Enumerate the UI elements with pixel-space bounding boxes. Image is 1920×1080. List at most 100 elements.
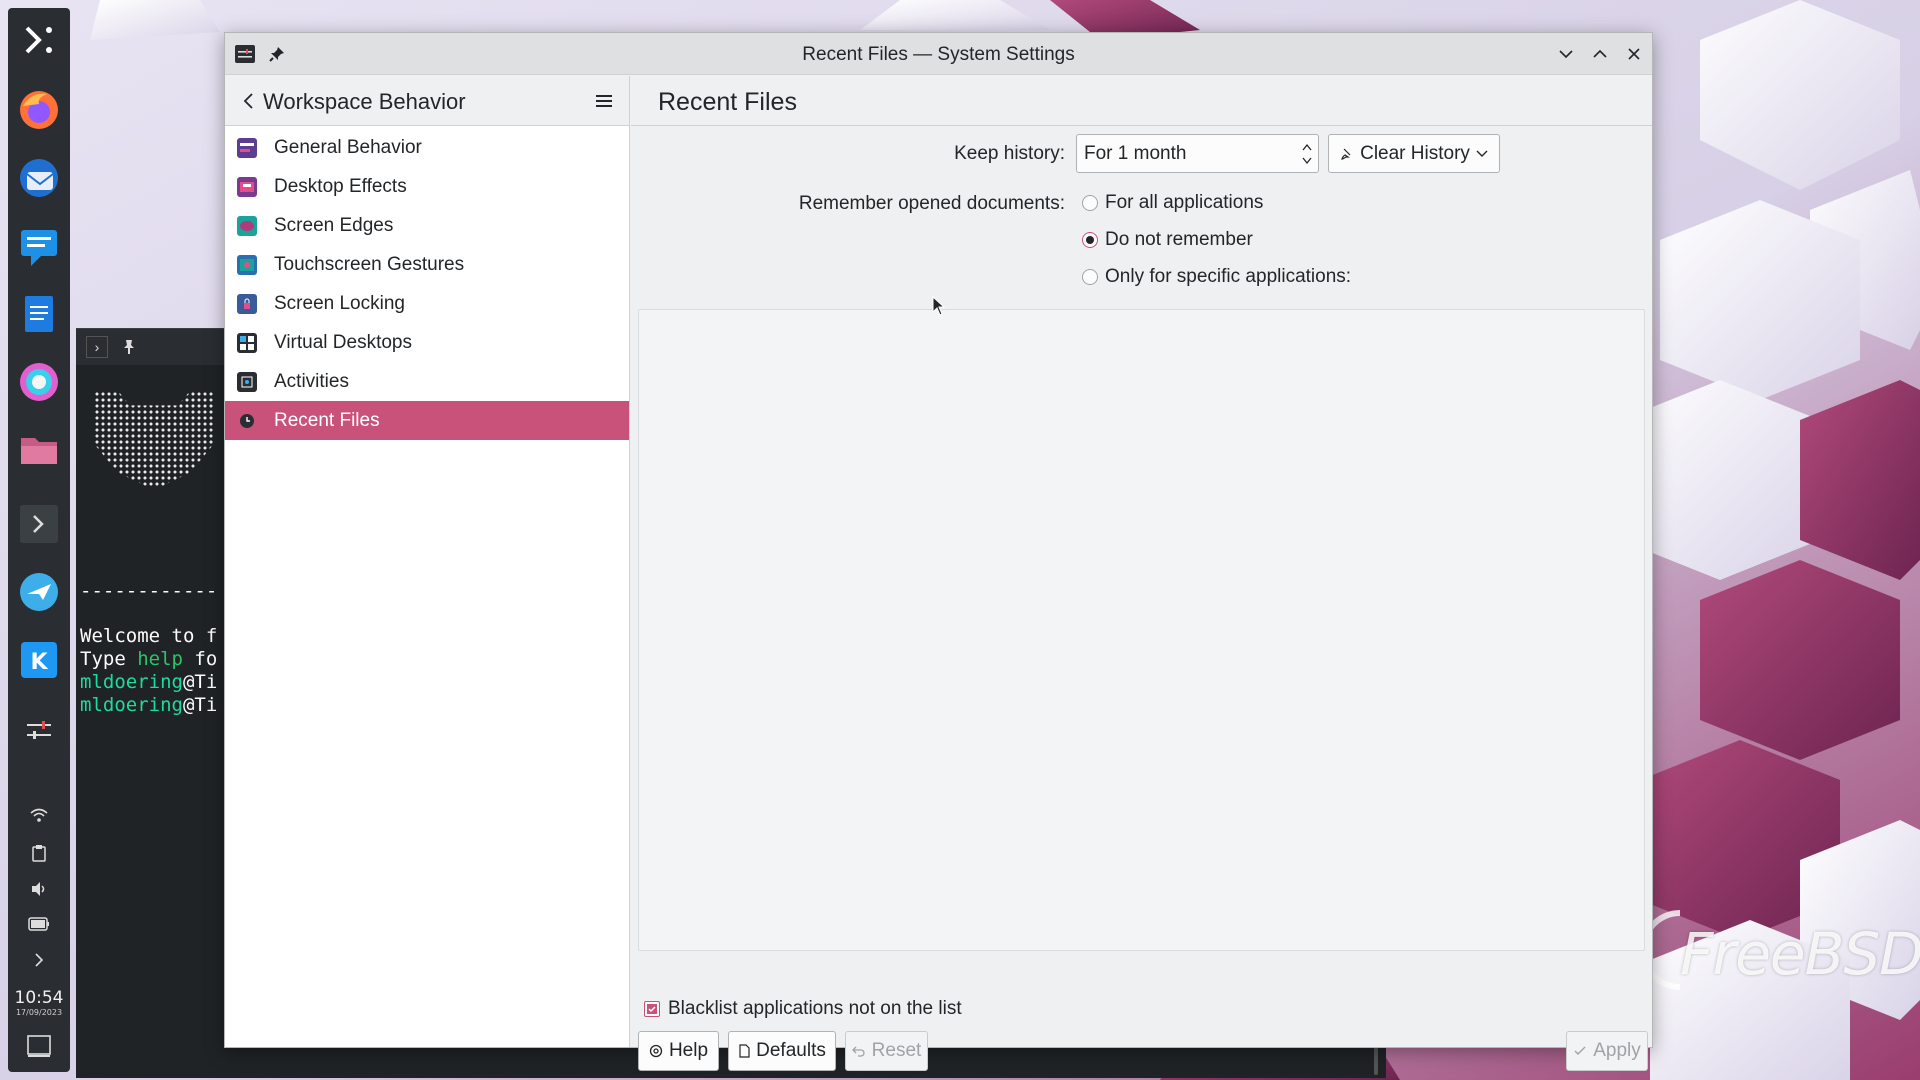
sidebar-item-activities[interactable]: Activities <box>225 362 629 401</box>
close-icon[interactable] <box>1622 42 1646 66</box>
checkmark-icon <box>1574 1046 1586 1055</box>
terminal-separator: ------------ <box>80 580 218 602</box>
clear-history-button[interactable]: Clear History <box>1328 134 1500 173</box>
sidebar-item-label: Activities <box>274 370 349 392</box>
terminal-line-welcome: Welcome to f <box>80 625 218 647</box>
radio-button[interactable] <box>1082 232 1098 248</box>
system-settings-window: Recent Files — System Settings Workspace… <box>224 32 1653 1071</box>
folder-icon[interactable] <box>15 426 63 474</box>
undo-icon <box>851 1046 865 1057</box>
terminal-menu-icon[interactable]: › <box>86 336 108 358</box>
terminal-line-help: Type help fo <box>80 648 218 670</box>
sidebar-item-recent-files[interactable]: Recent Files <box>225 401 629 440</box>
freebsd-logo-text: FreeBSD <box>1680 920 1920 988</box>
recent-files-icon <box>237 411 257 431</box>
window-title: Recent Files — System Settings <box>802 44 1075 65</box>
sidebar-item-general-behavior[interactable]: General Behavior <box>225 128 629 167</box>
activities-icon <box>237 371 257 392</box>
checkmark-icon <box>647 1004 657 1014</box>
radio-only-specific-applications[interactable]: Only for specific applications: <box>1082 265 1351 289</box>
document-icon <box>739 1044 750 1058</box>
clock-date: 17/09/2023 <box>15 1008 63 1017</box>
keep-history-spinbox[interactable]: For 1 month <box>1076 134 1319 173</box>
writer-icon[interactable] <box>15 290 63 338</box>
kde-icon[interactable]: K <box>15 636 63 684</box>
hamburger-menu-icon[interactable] <box>593 90 615 112</box>
digital-clock[interactable]: 10:54 17/09/2023 <box>8 988 70 1017</box>
keep-history-value: For 1 month <box>1084 143 1187 164</box>
radio-button[interactable] <box>1082 195 1098 211</box>
radio-label: Only for specific applications: <box>1105 266 1352 287</box>
apply-label: Apply <box>1593 1040 1641 1061</box>
sidebar-item-screen-edges[interactable]: Screen Edges <box>225 206 629 245</box>
sidebar-item-label: General Behavior <box>274 136 422 158</box>
sidebar-item-label: Recent Files <box>274 409 380 431</box>
defaults-button[interactable]: Defaults <box>728 1031 836 1071</box>
show-desktop-icon[interactable] <box>8 1034 70 1062</box>
terminal-prompt: mldoering@Ti <box>80 671 218 693</box>
keep-history-label: Keep history: <box>954 143 1065 164</box>
krita-icon[interactable] <box>15 358 63 406</box>
sidebar-item-label: Desktop Effects <box>274 175 407 197</box>
chat-icon[interactable] <box>15 222 63 270</box>
sidebar-item-screen-locking[interactable]: Screen Locking <box>225 284 629 323</box>
minimize-icon[interactable] <box>1554 42 1578 66</box>
reset-button[interactable]: Reset <box>845 1031 928 1071</box>
tray-expand-icon[interactable] <box>8 952 70 972</box>
remember-documents-label: Remember opened documents: <box>798 193 1065 214</box>
mouse-cursor-icon <box>932 296 946 316</box>
blacklist-label: Blacklist applications not on the list <box>668 998 962 1019</box>
terminal-icon[interactable] <box>15 500 63 548</box>
chevron-down-icon <box>1476 150 1488 157</box>
kdeconnect-icon[interactable] <box>15 568 63 616</box>
radio-label: Do not remember <box>1105 229 1253 250</box>
blacklist-checkbox-row[interactable]: Blacklist applications not on the list <box>644 998 962 1020</box>
touchscreen-gestures-icon <box>237 254 257 275</box>
kde-launcher-icon[interactable] <box>15 16 63 64</box>
application-list[interactable] <box>638 309 1645 951</box>
clear-history-label: Clear History <box>1360 142 1470 164</box>
titlebar[interactable]: Recent Files — System Settings <box>225 33 1652 75</box>
page-title: Recent Files <box>658 88 797 116</box>
radio-do-not-remember[interactable]: Do not remember <box>1082 228 1253 252</box>
firefox-icon[interactable] <box>15 86 63 134</box>
apply-button[interactable]: Apply <box>1566 1031 1648 1071</box>
sidebar-item-label: Screen Locking <box>274 292 405 314</box>
virtual-desktops-icon <box>237 332 257 353</box>
page-header: Recent Files <box>631 76 1652 126</box>
sidebar: Workspace Behavior General Behavior Desk… <box>225 76 630 1047</box>
help-button[interactable]: Help <box>638 1031 719 1071</box>
spin-arrows-icon[interactable] <box>1302 141 1312 167</box>
sidebar-item-desktop-effects[interactable]: Desktop Effects <box>225 167 629 206</box>
back-icon[interactable] <box>237 89 261 113</box>
thunderbird-icon[interactable] <box>15 154 63 202</box>
battery-icon[interactable] <box>8 916 70 935</box>
task-panel: K 10:54 17/09/2023 <box>8 8 70 1072</box>
clipboard-icon[interactable] <box>8 844 70 866</box>
sidebar-item-virtual-desktops[interactable]: Virtual Desktops <box>225 323 629 362</box>
radio-for-all-applications[interactable]: For all applications <box>1082 191 1263 215</box>
sidebar-item-touchscreen-gestures[interactable]: Touchscreen Gestures <box>225 245 629 284</box>
settings-icon[interactable] <box>15 706 63 754</box>
network-icon[interactable] <box>8 806 70 828</box>
sidebar-title[interactable]: Workspace Behavior <box>263 89 466 115</box>
maximize-icon[interactable] <box>1588 42 1612 66</box>
radio-button[interactable] <box>1082 269 1098 285</box>
sidebar-item-label: Touchscreen Gestures <box>274 253 465 275</box>
sidebar-item-label: Screen Edges <box>274 214 394 236</box>
main-content: Recent Files Keep history: For 1 month C… <box>631 76 1652 1071</box>
pin-icon[interactable] <box>122 339 136 355</box>
radio-label: For all applications <box>1105 192 1264 213</box>
terminal-prompt: mldoering@Ti <box>80 694 218 716</box>
screen-locking-icon <box>237 293 257 314</box>
clock-time: 10:54 <box>14 988 64 1008</box>
volume-icon[interactable] <box>8 880 70 902</box>
desktop-effects-icon <box>237 176 257 197</box>
general-behavior-icon <box>237 137 257 158</box>
screen-edges-icon <box>237 215 257 236</box>
blacklist-checkbox[interactable] <box>644 1001 660 1017</box>
reset-label: Reset <box>871 1040 922 1061</box>
clear-history-icon <box>1341 148 1351 160</box>
sidebar-item-label: Virtual Desktops <box>274 331 412 353</box>
defaults-label: Defaults <box>756 1040 826 1061</box>
